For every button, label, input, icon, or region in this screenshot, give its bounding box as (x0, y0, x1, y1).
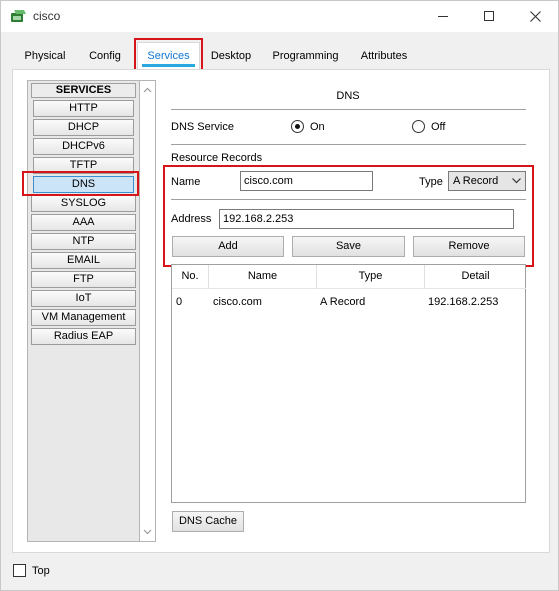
packet-tracer-icon (10, 8, 28, 24)
records-table: No. Name Type Detail 0 cisco.com A Recor… (171, 264, 526, 503)
tab-physical[interactable]: Physical (14, 45, 76, 67)
title-bar[interactable]: cisco (1, 1, 558, 32)
type-select[interactable]: A Record (448, 171, 526, 191)
column-header-name[interactable]: Name (209, 265, 317, 289)
service-dns-button[interactable]: DNS (33, 176, 134, 193)
services-header: SERVICES (31, 83, 136, 98)
active-tab-indicator (142, 64, 195, 67)
title-divider (171, 109, 526, 110)
top-checkbox[interactable] (13, 564, 26, 577)
dns-cache-button[interactable]: DNS Cache (172, 511, 244, 532)
dns-panel-title: DNS (336, 90, 360, 102)
service-radius-eap-button[interactable]: Radius EAP (31, 328, 136, 345)
service-dhcpv6-button[interactable]: DHCPv6 (33, 138, 134, 155)
services-list-frame: SERVICES HTTP DHCP DHCPv6 TFTP DNS SYSLO… (27, 80, 156, 542)
tab-services[interactable]: Services (137, 42, 200, 69)
tab-label: Config (89, 50, 121, 62)
service-ftp-button[interactable]: FTP (31, 271, 136, 288)
services-list: SERVICES HTTP DHCP DHCPv6 TFTP DNS SYSLO… (28, 81, 140, 541)
column-header-type[interactable]: Type (317, 265, 425, 289)
close-icon (529, 10, 541, 22)
records-divider (171, 199, 526, 200)
app-window: cisco Physical Config Services Desktop P… (0, 0, 559, 591)
row-detail: 192.168.2.253 (428, 296, 499, 308)
scroll-down-icon[interactable] (143, 527, 152, 536)
chevron-down-icon (512, 178, 521, 184)
scroll-up-icon[interactable] (143, 86, 152, 95)
service-iot-button[interactable]: IoT (31, 290, 136, 307)
service-aaa-button[interactable]: AAA (31, 214, 136, 231)
tab-label: Physical (24, 50, 66, 62)
dns-off-label: Off (431, 121, 446, 133)
service-tftp-button[interactable]: TFTP (33, 157, 134, 174)
row-type: A Record (320, 296, 366, 308)
tab-desktop[interactable]: Desktop (204, 45, 258, 67)
remove-button[interactable]: Remove (413, 236, 525, 257)
type-select-value: A Record (453, 175, 499, 187)
service-syslog-button[interactable]: SYSLOG (31, 195, 136, 212)
close-button[interactable] (512, 1, 558, 31)
tab-label: Attributes (360, 50, 408, 62)
dns-off-radio[interactable] (412, 120, 425, 133)
tab-label: Desktop (210, 50, 252, 62)
window-title: cisco (33, 9, 61, 23)
tab-attributes[interactable]: Attributes (353, 45, 415, 67)
type-label: Type (419, 176, 443, 188)
tab-config[interactable]: Config (80, 45, 130, 67)
maximize-button[interactable] (466, 1, 512, 31)
dns-on-label: On (310, 121, 325, 133)
services-scrollbar[interactable] (140, 81, 155, 541)
dns-service-label: DNS Service (171, 121, 234, 133)
name-label: Name (171, 176, 201, 188)
service-dhcp-button[interactable]: DHCP (33, 119, 134, 136)
tab-strip: Physical Config Services Desktop Program… (12, 42, 552, 69)
minimize-icon (438, 15, 448, 17)
row-name: cisco.com (213, 296, 262, 308)
tab-label: Services (147, 50, 190, 62)
save-button[interactable]: Save (292, 236, 405, 257)
service-divider (171, 144, 526, 145)
add-button[interactable]: Add (172, 236, 284, 257)
column-header-detail[interactable]: Detail (425, 265, 526, 289)
resource-records-label: Resource Records (171, 152, 263, 164)
dns-on-radio[interactable] (291, 120, 304, 133)
minimize-button[interactable] (420, 1, 466, 31)
row-no: 0 (176, 296, 183, 308)
column-header-no[interactable]: No. (172, 265, 209, 289)
tab-programming[interactable]: Programming (268, 45, 343, 67)
service-ntp-button[interactable]: NTP (31, 233, 136, 250)
name-field[interactable]: cisco.com (240, 171, 373, 191)
tab-label: Programming (272, 50, 339, 62)
top-label: Top (32, 565, 50, 577)
service-http-button[interactable]: HTTP (33, 100, 134, 117)
address-field[interactable]: 192.168.2.253 (219, 209, 514, 229)
service-vm-management-button[interactable]: VM Management (31, 309, 136, 326)
maximize-icon (484, 11, 494, 21)
address-label: Address (171, 213, 212, 225)
service-email-button[interactable]: EMAIL (31, 252, 136, 269)
